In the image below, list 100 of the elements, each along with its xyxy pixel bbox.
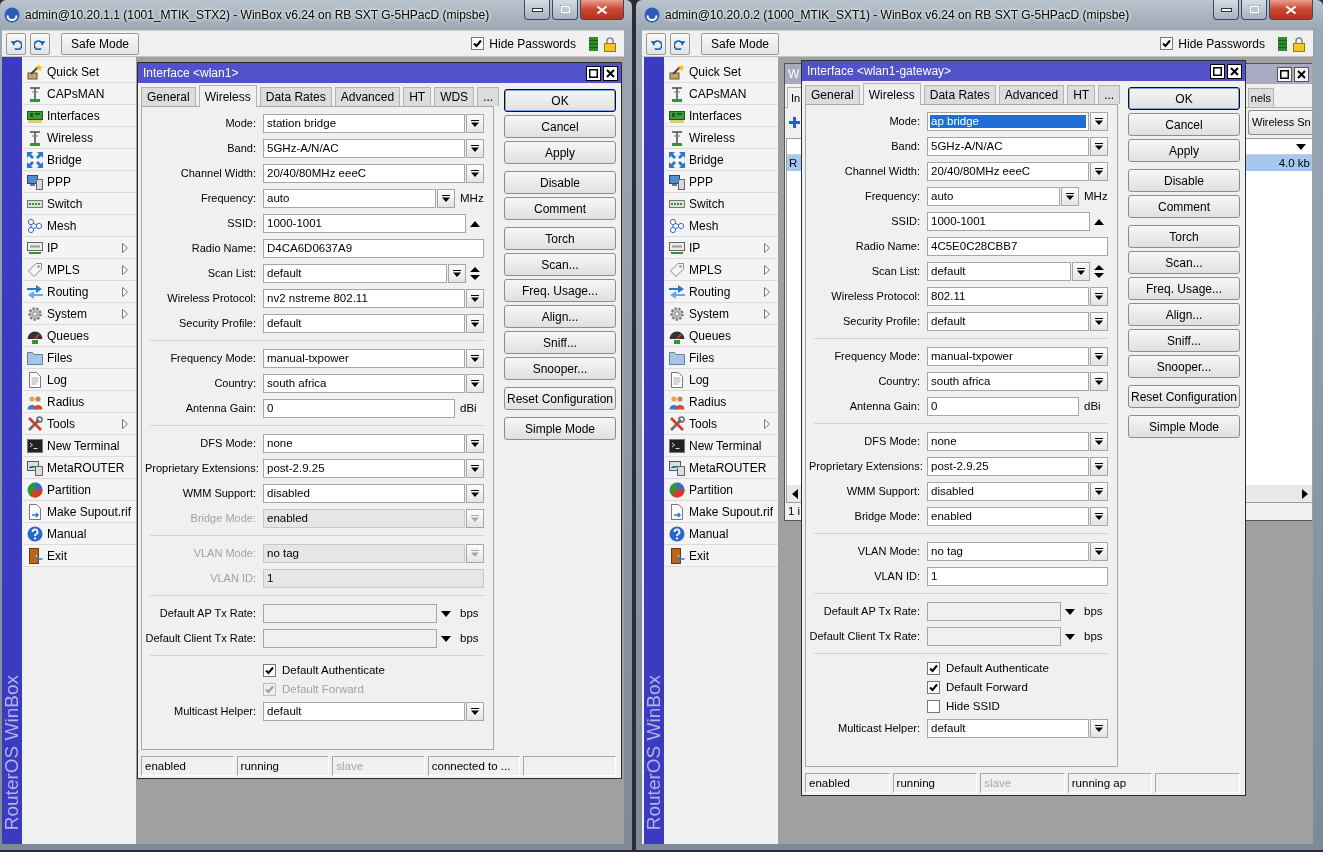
safe-mode-button[interactable]: Safe Mode	[701, 32, 780, 55]
menu-item[interactable]: IP	[665, 237, 778, 259]
menu-item[interactable]: Bridge	[23, 149, 136, 171]
menu-item[interactable]: Routing	[23, 281, 136, 303]
tab[interactable]: Advanced	[334, 87, 401, 106]
menu-item[interactable]: MetaROUTER	[665, 457, 778, 479]
action-button[interactable]: Cancel	[504, 115, 616, 138]
dropdown-arrow-icon[interactable]	[1296, 143, 1306, 150]
tab[interactable]: General	[805, 85, 860, 104]
input-field[interactable]: 1	[927, 567, 1108, 586]
dropdown-button[interactable]	[1090, 287, 1108, 306]
action-button[interactable]: Scan...	[504, 253, 616, 276]
up-arrow-icon[interactable]	[1094, 218, 1104, 225]
undo-button[interactable]	[6, 32, 26, 55]
maximize-button[interactable]	[1277, 66, 1292, 82]
dropdown-button[interactable]	[1090, 372, 1108, 391]
dropdown-arrow-icon[interactable]	[1065, 633, 1075, 640]
menu-item[interactable]: Queues	[23, 325, 136, 347]
dropdown-arrow-icon[interactable]	[441, 610, 451, 617]
redo-button[interactable]	[30, 32, 50, 55]
menu-item[interactable]: Make Supout.rif	[665, 501, 778, 523]
menu-item[interactable]: Routing	[665, 281, 778, 303]
select-field[interactable]: auto	[927, 187, 1060, 206]
input-field[interactable]: 0	[927, 397, 1079, 416]
toolbar-button[interactable]: Wireless Sn	[1248, 109, 1312, 135]
menu-item[interactable]: Radius	[23, 391, 136, 413]
menu-item[interactable]: New Terminal	[23, 435, 136, 457]
menu-item[interactable]: Quick Set	[23, 61, 136, 83]
action-button[interactable]: Comment	[504, 197, 616, 220]
action-button[interactable]: Snooper...	[1128, 355, 1240, 378]
tab[interactable]: Wireless	[862, 83, 921, 105]
tab[interactable]: General	[141, 87, 196, 106]
dropdown-button[interactable]	[1090, 542, 1108, 561]
dropdown-button[interactable]	[437, 189, 455, 208]
close-button[interactable]	[1269, 0, 1313, 20]
tab[interactable]: Data Rates	[259, 87, 332, 106]
tab[interactable]: WDS	[434, 87, 475, 106]
menu-item[interactable]: Make Supout.rif	[23, 501, 136, 523]
action-button[interactable]: Freq. Usage...	[504, 279, 616, 302]
dropdown-button[interactable]	[466, 484, 484, 503]
menu-item[interactable]: Wireless	[23, 127, 136, 149]
action-button[interactable]: OK	[504, 89, 616, 112]
tab[interactable]: Data Rates	[923, 85, 996, 104]
up-down-arrows-icon[interactable]	[470, 267, 480, 280]
checkbox[interactable]	[927, 681, 940, 694]
select-field[interactable]: default	[263, 702, 465, 721]
menu-item[interactable]: System	[665, 303, 778, 325]
select-field[interactable]: default	[927, 262, 1071, 281]
maximize-button[interactable]	[1241, 0, 1267, 20]
input-field[interactable]: D4CA6D0637A9	[263, 239, 484, 258]
select-field[interactable]: manual-txpower	[263, 349, 465, 368]
dropdown-button[interactable]	[1090, 112, 1108, 131]
dropdown-button[interactable]	[1090, 162, 1108, 181]
menu-item[interactable]: Mesh	[23, 215, 136, 237]
checkbox[interactable]	[263, 664, 276, 677]
action-button[interactable]: Apply	[504, 141, 616, 164]
dropdown-button[interactable]	[466, 289, 484, 308]
input-field[interactable]: 0	[263, 399, 455, 418]
dropdown-button[interactable]	[466, 314, 484, 333]
maximize-button[interactable]	[1210, 63, 1225, 79]
action-button[interactable]: Simple Mode	[504, 417, 616, 440]
dropdown-button[interactable]	[1090, 137, 1108, 156]
checkbox[interactable]	[471, 37, 485, 50]
select-field[interactable]: none	[927, 432, 1089, 451]
select-field[interactable]: auto	[263, 189, 436, 208]
action-button[interactable]: Freq. Usage...	[1128, 277, 1240, 300]
select-field[interactable]: enabled	[927, 507, 1089, 526]
dropdown-button[interactable]	[1090, 432, 1108, 451]
menu-item[interactable]: New Terminal	[665, 435, 778, 457]
select-field[interactable]: 1000-1001	[927, 212, 1090, 231]
menu-item[interactable]: Interfaces	[665, 105, 778, 127]
menu-item[interactable]: Partition	[23, 479, 136, 501]
menu-item[interactable]: Interfaces	[23, 105, 136, 127]
menu-item[interactable]: Partition	[665, 479, 778, 501]
select-field[interactable]: default	[263, 314, 465, 333]
menu-item[interactable]: Queues	[665, 325, 778, 347]
menu-item[interactable]: PPP	[23, 171, 136, 193]
maximize-button[interactable]	[586, 65, 601, 81]
menu-item[interactable]: Switch	[23, 193, 136, 215]
menu-item[interactable]: Exit	[665, 545, 778, 567]
action-button[interactable]: Simple Mode	[1128, 415, 1240, 438]
menu-item[interactable]: Bridge	[665, 149, 778, 171]
checkbox[interactable]	[927, 700, 940, 713]
select-field[interactable]: manual-txpower	[927, 347, 1089, 366]
menu-item[interactable]: Files	[23, 347, 136, 369]
minimize-button[interactable]	[1213, 0, 1239, 20]
menu-item[interactable]: Mesh	[665, 215, 778, 237]
tab[interactable]: HT	[403, 87, 432, 106]
select-field[interactable]: 20/40/80MHz eeeC	[927, 162, 1089, 181]
input-field[interactable]	[263, 604, 437, 623]
close-button[interactable]	[603, 65, 618, 81]
menu-item[interactable]: Files	[665, 347, 778, 369]
dropdown-button[interactable]	[466, 164, 484, 183]
menu-item[interactable]: MetaROUTER	[23, 457, 136, 479]
undo-button[interactable]	[646, 32, 666, 55]
select-field[interactable]: post-2.9.25	[263, 459, 465, 478]
menu-item[interactable]: System	[23, 303, 136, 325]
safe-mode-button[interactable]: Safe Mode	[61, 32, 140, 55]
menu-item[interactable]: MPLS	[23, 259, 136, 281]
menu-item[interactable]: Tools	[23, 413, 136, 435]
